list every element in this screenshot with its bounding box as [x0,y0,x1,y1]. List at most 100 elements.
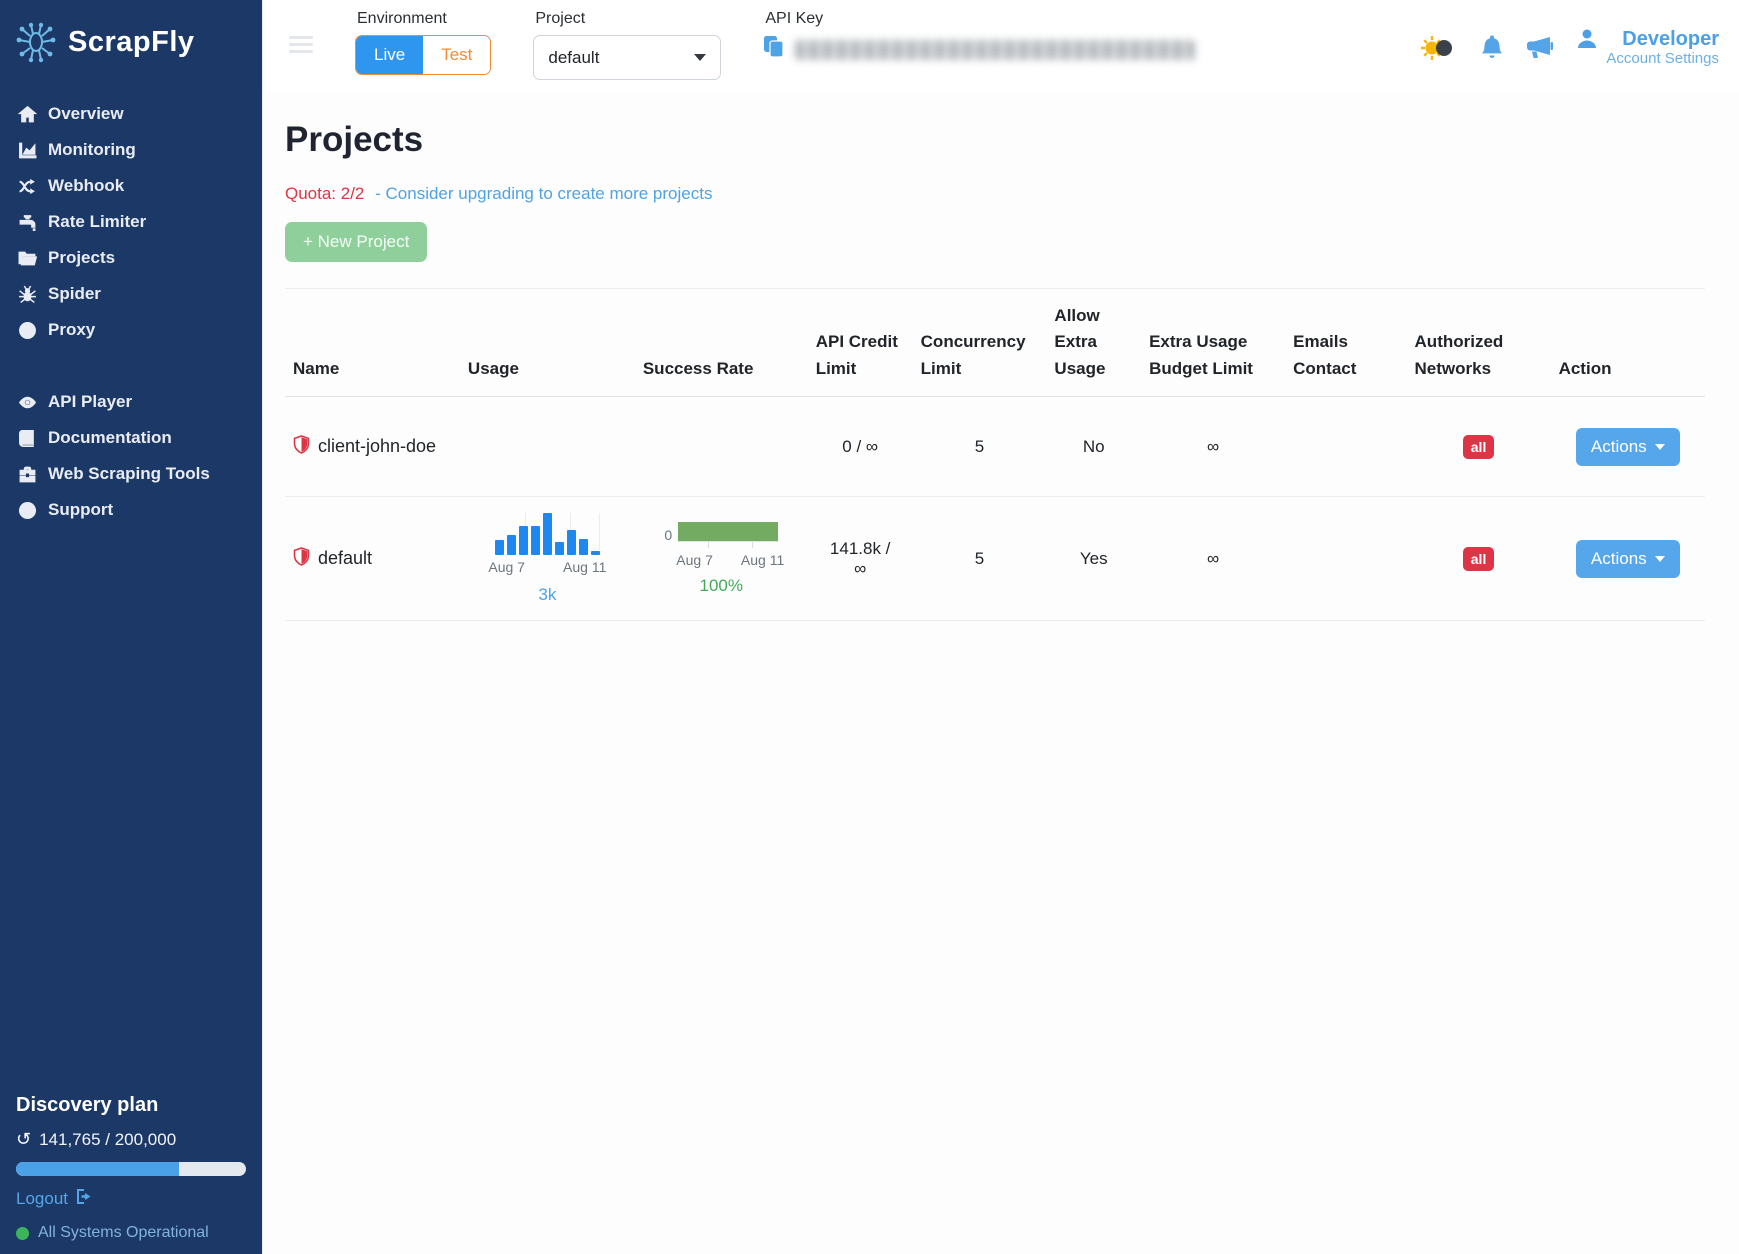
quota-text: Quota: 2/2 [285,184,364,203]
usage-x-label: Aug 11 [563,559,606,575]
col-header-authorized-networks: Authorized Networks [1407,289,1551,397]
actions-dropdown-button[interactable]: Actions [1576,540,1680,578]
project-select[interactable]: default [533,35,721,80]
logout-label: Logout [16,1189,68,1209]
theme-toggle-icon[interactable] [1420,35,1458,61]
sidebar-item-support[interactable]: Support [0,492,262,528]
api-credit-limit-value: 141.8k / ∞ [808,497,913,621]
sidebar-item-overview[interactable]: Overview [0,96,262,132]
spider-icon [18,285,37,304]
actions-label: Actions [1591,437,1647,457]
project-name: default [318,548,372,569]
allow-extra-usage-value: Yes [1046,497,1141,621]
sidebar-nav: Overview Monitoring Webhook Rate Limiter… [0,82,262,528]
col-header-name: Name [285,289,460,397]
col-header-action: Action [1551,289,1705,397]
success-axis-ticks [680,542,780,548]
api-key-label: API Key [765,10,1195,28]
sidebar-item-spider[interactable]: Spider [0,276,262,312]
table-row-default: default Aug 7 Aug 11 3k [285,497,1705,621]
plan-block: Discovery plan ↺ 141,765 / 200,000 Logou… [0,1084,262,1254]
allow-extra-usage-value: No [1046,397,1141,497]
bell-icon[interactable] [1480,34,1504,61]
brand-logo[interactable]: ScrapFly [0,0,262,82]
book-icon [18,429,37,448]
api-key-group: API Key [763,6,1195,64]
logout-link[interactable]: Logout [16,1188,246,1210]
upgrade-link[interactable]: - Consider upgrading to create more proj… [375,184,712,203]
sidebar-item-projects[interactable]: Projects [0,240,262,276]
sidebar-item-label: Webhook [48,176,124,196]
sidebar-item-label: Web Scraping Tools [48,464,210,484]
plan-progress-fill [16,1162,179,1176]
sidebar-item-rate-limiter[interactable]: Rate Limiter [0,204,262,240]
extra-usage-budget-value: ∞ [1141,397,1285,497]
account-settings-link[interactable]: Account Settings [1606,50,1719,67]
sidebar-item-label: Spider [48,284,101,304]
copy-icon[interactable] [763,35,785,64]
scrapfly-spider-logo-icon [14,20,58,64]
sidebar-spacer [0,528,262,1084]
system-status-link[interactable]: All Systems Operational [16,1224,246,1242]
page-content: Projects Quota: 2/2 - Consider upgrading… [263,92,1739,621]
plan-progress-bar [16,1162,246,1176]
success-rate-value-label: 100% [700,576,743,596]
plan-usage-value: 141,765 / 200,000 [39,1130,176,1150]
authorized-networks-badge: all [1463,547,1495,571]
plan-name: Discovery plan [16,1094,246,1117]
megaphone-icon[interactable] [1526,35,1554,61]
sidebar-item-label: Monitoring [48,140,136,160]
sidebar-item-web-scraping-tools[interactable]: Web Scraping Tools [0,456,262,492]
sidebar-item-label: Projects [48,248,115,268]
environment-test-button[interactable]: Test [423,36,490,74]
faucet-icon [18,213,37,232]
projects-table: Name Usage Success Rate API Credit Limit… [285,288,1705,621]
project-name: client-john-doe [318,436,436,457]
sidebar-item-documentation[interactable]: Documentation [0,420,262,456]
new-project-button[interactable]: + New Project [285,222,427,262]
chevron-down-icon [1655,556,1665,562]
quota-line: Quota: 2/2 - Consider upgrading to creat… [285,184,1705,204]
life-ring-icon [18,501,37,520]
table-header-row: Name Usage Success Rate API Credit Limit… [285,289,1705,397]
concurrency-limit-value: 5 [913,497,1047,621]
table-row-client-john-doe: client-john-doe 0 / ∞ 5 No ∞ all Actions [285,397,1705,497]
topbar: Environment Live Test Project default AP… [263,0,1739,92]
chevron-down-icon [694,54,706,61]
api-credit-limit-value: 0 / ∞ [808,397,913,497]
col-header-concurrency-limit: Concurrency Limit [913,289,1047,397]
status-label: All Systems Operational [38,1224,209,1242]
success-x-label: Aug 11 [741,552,784,568]
environment-label: Environment [357,10,491,28]
col-header-emails-contact: Emails Contact [1285,289,1406,397]
hamburger-menu-icon[interactable] [289,32,313,57]
sidebar-item-monitoring[interactable]: Monitoring [0,132,262,168]
sidebar-item-proxy[interactable]: Proxy [0,312,262,348]
success-y-zero-label: 0 [664,528,672,542]
col-header-extra-usage-budget-limit: Extra Usage Budget Limit [1141,289,1285,397]
concurrency-limit-value: 5 [913,397,1047,497]
api-key-masked-value [795,40,1195,60]
emails-contact-value [1285,397,1406,497]
environment-live-button[interactable]: Live [356,36,423,74]
actions-dropdown-button[interactable]: Actions [1576,428,1680,466]
sidebar-item-api-player[interactable]: API Player [0,384,262,420]
account-menu[interactable]: Developer Account Settings [1576,28,1719,67]
sidebar-item-webhook[interactable]: Webhook [0,168,262,204]
eye-icon [18,393,37,412]
success-x-label: Aug 7 [676,552,713,568]
main-area: Environment Live Test Project default AP… [262,0,1739,1254]
shield-icon [293,547,310,571]
authorized-networks-badge: all [1463,435,1495,459]
environment-group: Environment Live Test [355,6,491,75]
chevron-down-icon [1655,444,1665,450]
success-area-plot [678,522,778,542]
emails-contact-value [1285,497,1406,621]
sidebar-item-label: Rate Limiter [48,212,146,232]
usage-bar-chart: Aug 7 Aug 11 3k [488,513,606,605]
chart-area-icon [18,141,37,160]
usage-cell-empty [460,397,635,497]
success-rate-chart: 0 Aug 7 Aug 11 100% [658,522,784,596]
plan-usage: ↺ 141,765 / 200,000 [16,1129,246,1150]
usage-x-label: Aug 7 [488,559,525,575]
